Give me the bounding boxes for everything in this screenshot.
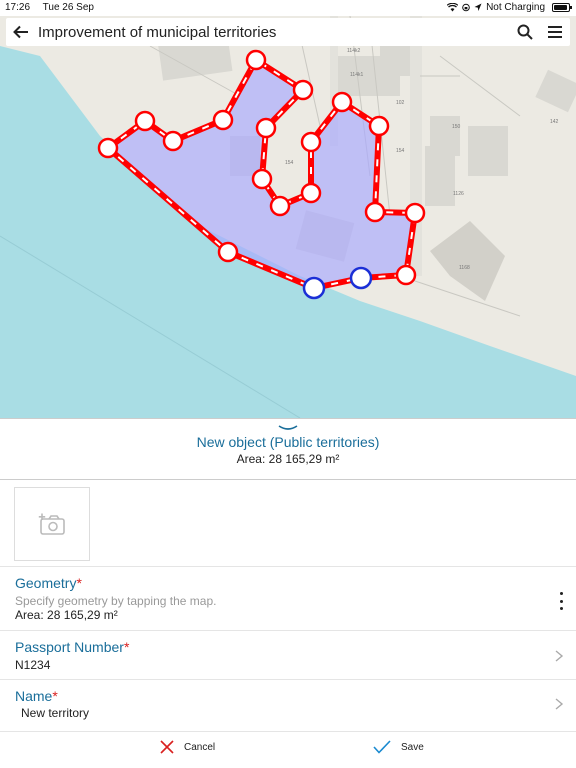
map-label: 1168 — [459, 265, 470, 271]
passport-label: Passport Number — [15, 639, 124, 655]
vertex-handle[interactable] — [331, 91, 353, 113]
passport-number-field[interactable]: Passport Number* N1234 — [0, 630, 576, 679]
cancel-label: Cancel — [184, 741, 216, 753]
chevron-down-icon[interactable] — [277, 424, 299, 432]
vertex-handle[interactable] — [269, 195, 291, 217]
vertex-handle[interactable] — [300, 182, 322, 204]
vertex-handle[interactable] — [404, 202, 426, 224]
cancel-button[interactable]: Cancel — [160, 740, 215, 754]
top-toolbar: Improvement of municipal territories — [6, 18, 570, 46]
arrow-left-icon — [13, 25, 28, 39]
bottom-action-bar: Cancel Save — [0, 731, 576, 768]
more-options-icon[interactable] — [558, 592, 564, 610]
map-label: 114k1 — [350, 72, 363, 78]
page-title: Improvement of municipal territories — [38, 23, 277, 41]
bottom-sheet-header[interactable]: New object (Public territories) Area: 28… — [0, 418, 576, 480]
vertex-handle[interactable] — [245, 49, 267, 71]
add-photo-icon — [38, 513, 65, 535]
vertex-handle[interactable] — [292, 79, 314, 101]
search-button[interactable] — [510, 18, 540, 46]
geometry-label: Geometry — [15, 575, 77, 591]
map-view[interactable]: 114k2 114k1 154 150 154 142 102 1168 112… — [0, 16, 576, 418]
map-label: 114k2 — [347, 48, 360, 54]
vertex-handle[interactable] — [255, 117, 277, 139]
hamburger-menu-icon — [548, 26, 562, 38]
name-value: New territory — [21, 706, 90, 720]
close-icon — [160, 740, 174, 754]
vertex-handle[interactable] — [97, 137, 119, 159]
status-time: 17:26 — [5, 2, 31, 13]
object-form: Geometry* Specify geometry by tapping th… — [0, 481, 576, 731]
map-label: 154 — [285, 160, 294, 166]
geometry-label-wrap: Geometry* — [15, 575, 82, 591]
map-canvas[interactable]: 114k2 114k1 154 150 154 142 102 1168 112… — [0, 16, 576, 418]
add-photo-button[interactable] — [14, 487, 90, 561]
app-screen: 17:26 Tue 26 Sep Not Charging 114k2 114k… — [0, 0, 576, 768]
vertex-handle[interactable] — [212, 109, 234, 131]
vertex-handle[interactable] — [134, 110, 156, 132]
required-mark: * — [76, 575, 82, 591]
required-mark: * — [123, 639, 130, 655]
passport-label-wrap: Passport Number* — [15, 639, 129, 655]
status-date: Tue 26 Sep — [42, 2, 94, 13]
back-button[interactable] — [6, 18, 36, 46]
map-label: 142 — [550, 119, 559, 125]
geometry-field[interactable]: Geometry* Specify geometry by tapping th… — [0, 566, 576, 630]
battery-icon — [552, 3, 572, 12]
chevron-right-icon — [555, 650, 564, 662]
map-label: 154 — [396, 148, 405, 154]
status-bar: 17:26 Tue 26 Sep Not Charging — [0, 0, 576, 16]
vertex-handle[interactable] — [364, 201, 386, 223]
save-label: Save — [401, 741, 424, 753]
map-label: 1126 — [453, 191, 464, 197]
name-label-wrap: Name* — [15, 688, 58, 704]
name-field[interactable]: Name* New territory — [0, 679, 576, 731]
menu-button[interactable] — [540, 18, 570, 46]
geometry-value: Area: 28 165,29 m² — [15, 608, 118, 622]
vertex-handle[interactable] — [217, 241, 239, 263]
checkmark-icon — [373, 740, 391, 754]
vertex-handle[interactable] — [368, 115, 390, 137]
object-area: Area: 28 165,29 m² — [236, 452, 340, 466]
passport-value: N1234 — [15, 658, 51, 672]
lock-rotation-icon — [462, 3, 470, 12]
required-mark: * — [52, 688, 58, 704]
map-label: 102 — [396, 100, 405, 106]
name-label: Name — [15, 688, 53, 704]
charging-status: Not Charging — [486, 2, 545, 13]
vertex-handle[interactable] — [300, 131, 322, 153]
geometry-hint: Specify geometry by tapping the map. — [15, 594, 217, 608]
vertex-handle[interactable] — [251, 168, 273, 190]
map-label: 150 — [452, 124, 461, 130]
vertex-handle-selected[interactable] — [302, 276, 326, 300]
save-button[interactable]: Save — [373, 740, 424, 754]
location-arrow-icon — [474, 3, 482, 11]
vertex-handle[interactable] — [162, 130, 184, 152]
chevron-right-icon — [555, 698, 564, 710]
object-title: New object (Public territories) — [196, 434, 380, 450]
search-icon — [517, 24, 533, 40]
vertex-handle-selected[interactable] — [349, 266, 373, 290]
vertex-handle[interactable] — [395, 264, 417, 286]
wifi-icon — [447, 3, 459, 12]
